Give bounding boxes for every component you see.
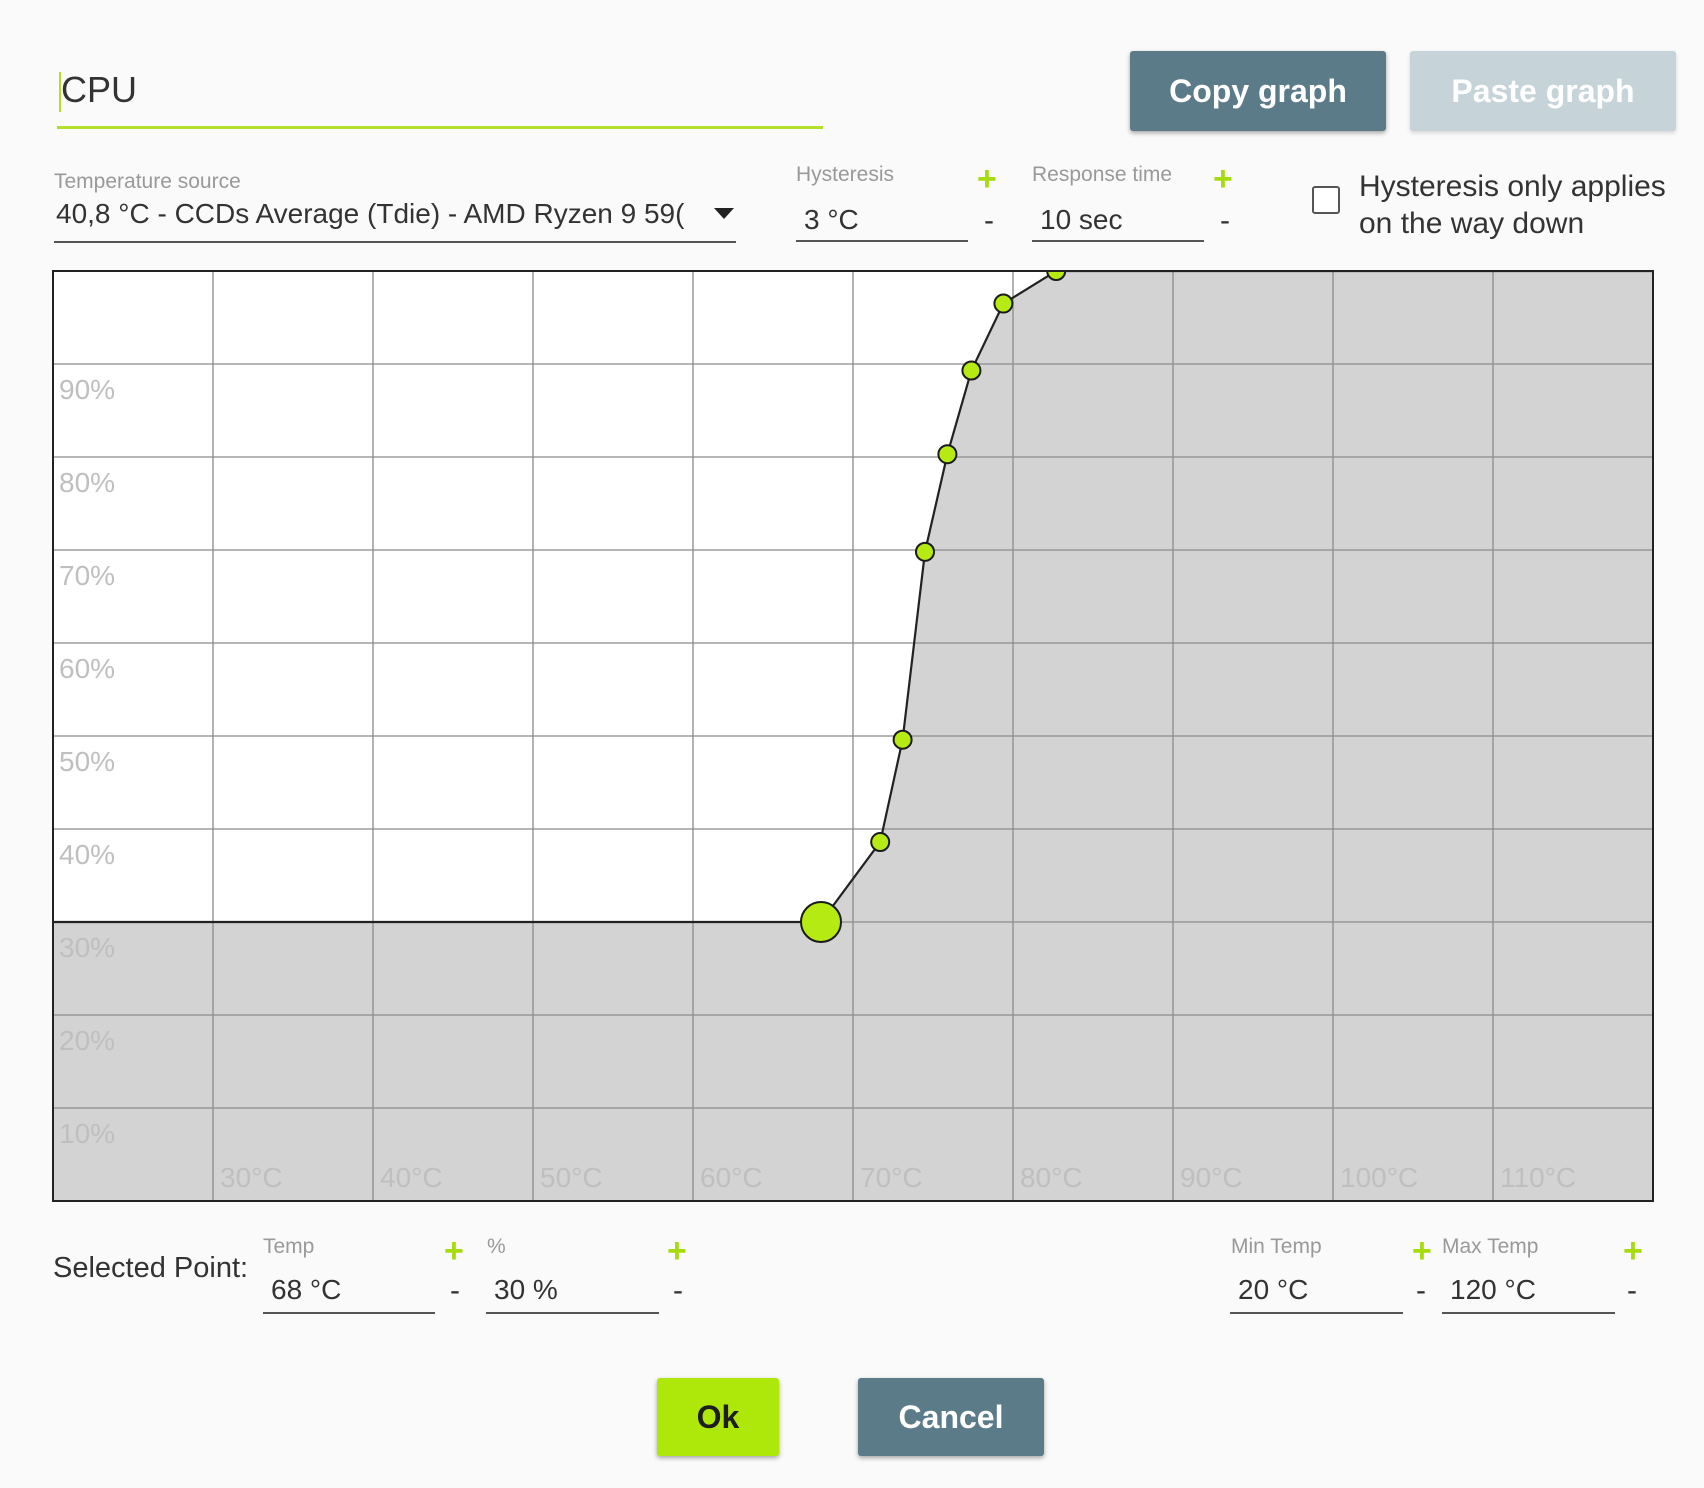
percent-increment-icon[interactable]: + [667,1234,687,1268]
min-temp-increment-icon[interactable]: + [1412,1234,1432,1268]
y-tick-label: 60% [59,653,115,684]
cancel-button[interactable]: Cancel [858,1378,1044,1456]
x-tick-label: 50°C [540,1162,603,1193]
response-time-increment-icon[interactable]: + [1213,162,1233,196]
percent-label: % [487,1235,506,1258]
percent-input[interactable]: 30 % [486,1274,659,1314]
temperature-source-underline [54,241,736,243]
temp-input[interactable]: 68 °C [263,1274,435,1314]
response-time-label: Response time [1032,163,1173,186]
min-temp-label: Min Temp [1231,1235,1322,1258]
hysteresis-increment-icon[interactable]: + [977,162,997,196]
chevron-down-icon[interactable] [714,208,734,219]
selected-point-label: Selected Point: [53,1252,249,1284]
curve-point[interactable] [915,541,935,562]
curve-point[interactable] [892,729,913,750]
copy-graph-button[interactable]: Copy graph [1130,51,1386,131]
y-tick-label: 90% [59,374,115,405]
paste-graph-button[interactable]: Paste graph [1410,51,1676,131]
y-tick-label: 70% [59,560,115,591]
graph-name-input[interactable] [57,60,823,120]
x-tick-label: 30°C [220,1162,283,1193]
temperature-source-select[interactable]: 40,8 °C - CCDs Average (Tdie) - AMD Ryze… [56,198,706,230]
response-time-input[interactable]: 10 sec [1032,204,1204,242]
curve-point[interactable] [937,444,958,465]
x-tick-label: 80°C [1020,1162,1083,1193]
fan-curve-chart[interactable]: 30°C 40°C 50°C 60°C 70°C 80°C 90°C 100°C 110°C 10… [52,270,1654,1204]
hysteresis-down-label: Hysteresis only applies on the way down [1359,170,1666,240]
x-tick-label: 40°C [380,1162,443,1193]
max-temp-label: Max Temp [1442,1235,1539,1258]
x-tick-label: 70°C [860,1162,923,1193]
temp-decrement-icon[interactable]: - [450,1276,460,1306]
hysteresis-input[interactable]: 3 °C [796,204,968,242]
curve-point[interactable] [993,293,1014,314]
min-temp-input[interactable]: 20 °C [1230,1274,1403,1314]
curve-point-selected[interactable] [800,901,842,943]
curve-point[interactable] [870,832,891,853]
temperature-source-label: Temperature source [54,170,241,193]
temp-increment-icon[interactable]: + [444,1234,464,1268]
y-tick-label: 20% [59,1025,115,1056]
x-tick-label: 100°C [1340,1162,1418,1193]
y-tick-label: 10% [59,1118,115,1149]
text-cursor [59,72,61,112]
hysteresis-label: Hysteresis [796,163,895,186]
temp-label: Temp [263,1235,315,1258]
curve-point[interactable] [961,360,982,381]
y-tick-label: 40% [59,839,115,870]
x-tick-label: 90°C [1180,1162,1243,1193]
y-tick-label: 30% [59,932,115,963]
max-temp-input[interactable]: 120 °C [1442,1274,1615,1314]
percent-decrement-icon[interactable]: - [673,1276,683,1306]
min-temp-decrement-icon[interactable]: - [1416,1276,1426,1306]
graph-name-field[interactable] [57,60,823,129]
max-temp-decrement-icon[interactable]: - [1627,1276,1637,1306]
response-time-decrement-icon[interactable]: - [1220,206,1230,236]
hysteresis-decrement-icon[interactable]: - [984,206,994,236]
hysteresis-down-checkbox[interactable] [1312,186,1340,214]
y-tick-label: 50% [59,746,115,777]
max-temp-increment-icon[interactable]: + [1623,1234,1643,1268]
y-tick-label: 80% [59,467,115,498]
ok-button[interactable]: Ok [657,1378,779,1456]
x-tick-label: 60°C [700,1162,763,1193]
x-tick-label: 110°C [1500,1162,1576,1193]
